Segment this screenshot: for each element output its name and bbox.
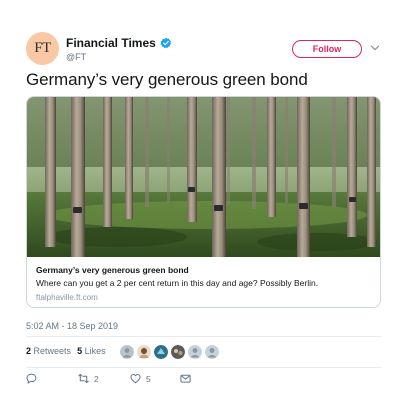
retweets-stat[interactable]: 2 Retweets [26,346,71,356]
action-bar: 2 5 [26,373,381,387]
handle[interactable]: @FT [66,52,172,62]
likes-stat[interactable]: 5 Likes [77,346,106,356]
author-block: Financial Times @FT [66,36,172,62]
reply-icon [26,373,37,384]
liker-avatar[interactable] [120,345,134,359]
likes-label: Likes [84,346,106,356]
avatar[interactable]: FT [26,32,59,65]
like-count: 5 [146,373,151,384]
liker-avatar[interactable] [188,345,202,359]
like-button[interactable]: 5 [130,373,151,384]
liker-avatar[interactable] [137,345,151,359]
retweet-button[interactable]: 2 [78,373,99,384]
avatar-text: FT [34,40,51,56]
divider [26,336,381,337]
engagement-stats: 2 Retweets 5 Likes [26,346,106,356]
card-image [27,97,380,257]
likers-avatars [120,345,219,359]
liker-avatar[interactable] [171,345,185,359]
tweet-text: Germany’s very generous green bond [26,70,308,89]
verified-badge-icon [160,37,171,49]
retweets-count: 2 [26,346,32,356]
liker-avatar[interactable] [154,345,168,359]
follow-button[interactable]: Follow [292,40,362,58]
retweet-count: 2 [94,373,99,384]
card-domain: ftalphaville.ft.com [36,293,98,302]
card-description: Where can you get a 2 per cent return in… [36,278,319,288]
retweets-label: Retweets [33,346,72,356]
link-card[interactable]: Germany’s very generous green bond Where… [26,96,381,308]
likes-count: 5 [77,346,83,356]
heart-icon [130,373,141,384]
timestamp[interactable]: 5:02 AM - 18 Sep 2019 [26,321,118,331]
display-name[interactable]: Financial Times [66,36,156,50]
envelope-icon [180,374,191,383]
reply-button[interactable] [26,373,42,384]
tweet: FT Financial Times @FT Follow Germany’s … [0,0,408,415]
retweet-icon [78,373,89,384]
divider [26,367,381,368]
chevron-down-icon[interactable] [370,43,380,53]
liker-avatar[interactable] [205,345,219,359]
card-body: Germany’s very generous green bond Where… [36,265,371,303]
card-title: Germany’s very generous green bond [36,265,189,275]
message-button[interactable] [180,373,191,384]
